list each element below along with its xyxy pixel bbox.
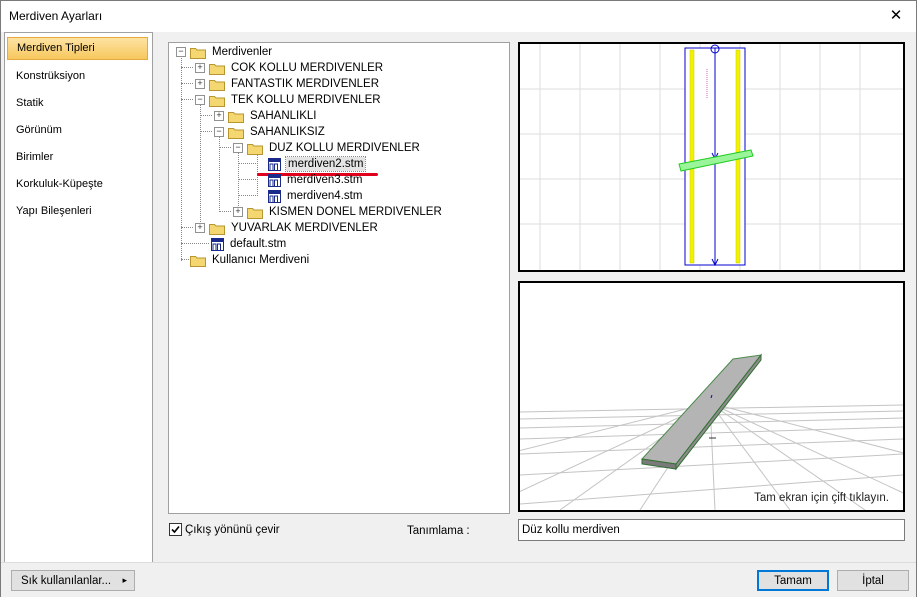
folder-icon (247, 208, 263, 219)
button-bar: Sık kullanılanlar... ▸ Tamam İptal (1, 562, 916, 597)
sidebar-item-merdiven-tipleri[interactable]: Merdiven Tipleri (7, 37, 148, 60)
expand-toggle[interactable]: + (195, 63, 205, 73)
stair-file-icon (268, 174, 281, 187)
close-icon: ✕ (889, 7, 903, 24)
frequent-settings-button[interactable]: Sık kullanılanlar... ▸ (11, 570, 135, 591)
expand-toggle[interactable]: − (233, 143, 243, 153)
reverse-exit-checkbox[interactable] (169, 523, 182, 536)
tree-item-fantastik[interactable]: FANTASTIK MERDIVENLER (231, 77, 379, 91)
tree-item-default[interactable]: default.stm (230, 237, 286, 251)
tree-item-merdiven2[interactable]: merdiven2.stm (284, 156, 367, 172)
tree-item-sahanlikli[interactable]: SAHANLIKLI (250, 109, 316, 123)
title-bar: Merdiven Ayarları ✕ (1, 1, 916, 32)
plan-drawing (520, 44, 903, 270)
tree-item-kismen-donel[interactable]: KISMEN DONEL MERDIVENLER (269, 205, 442, 219)
tree-item-yuvarlak[interactable]: YUVARLAK MERDIVENLER (231, 221, 378, 235)
expand-toggle[interactable]: + (233, 207, 243, 217)
checkmark-icon (171, 525, 180, 534)
sidebar-item-label: Konstrüksiyon (16, 70, 86, 82)
tree-item-merdivenler[interactable]: Merdivenler (212, 45, 272, 59)
ok-button-label: Tamam (774, 575, 812, 587)
tree-item-kullanici-merdiveni[interactable]: Kullanıcı Merdiveni (212, 253, 309, 267)
folder-icon (190, 256, 206, 267)
3d-preview[interactable]: Tam ekran için çift tıklayın. (518, 281, 905, 512)
tree-item-merdiven4[interactable]: merdiven4.stm (287, 189, 362, 203)
cancel-button-label: İptal (862, 575, 884, 587)
dialog-window: Merdiven Ayarları ✕ Merdiven Tipleri Kon… (0, 0, 917, 597)
stair-file-icon (268, 190, 281, 203)
description-input[interactable] (518, 519, 905, 541)
expand-toggle[interactable]: + (195, 223, 205, 233)
stair-type-tree[interactable]: − Merdivenler + COK KOLLU MERDIVENLER + … (168, 42, 510, 514)
fullscreen-hint: Tam ekran için çift tıklayın. (754, 492, 889, 504)
settings-sidebar: Merdiven Tipleri Konstrüksiyon Statik Gö… (4, 32, 153, 563)
sidebar-item-label: Yapı Bileşenleri (16, 205, 92, 217)
folder-icon (228, 128, 244, 139)
folder-icon (209, 64, 225, 75)
stair-file-icon (211, 238, 224, 251)
3d-drawing (520, 353, 903, 510)
folder-icon (209, 224, 225, 235)
sidebar-item-label: Korkuluk-Küpeşte (16, 178, 103, 190)
sidebar-item-label: Statik (16, 97, 44, 109)
sidebar-item-label: Birimler (16, 151, 54, 163)
folder-icon (228, 112, 244, 123)
sidebar-item-yapi-bilesenleri[interactable]: Yapı Bileşenleri (7, 200, 148, 223)
description-label: Tanımlama : (407, 525, 470, 537)
plan-preview[interactable] (518, 42, 905, 272)
tree-item-duz-kollu[interactable]: DUZ KOLLU MERDIVENLER (269, 141, 420, 155)
folder-icon (209, 80, 225, 91)
sidebar-item-gorunum[interactable]: Görünüm (7, 119, 148, 142)
sidebar-item-konstruksiyon[interactable]: Konstrüksiyon (7, 65, 148, 88)
expand-toggle[interactable]: + (195, 79, 205, 89)
stair-file-icon (268, 158, 281, 171)
tree-item-tek-kollu[interactable]: TEK KOLLU MERDIVENLER (231, 93, 381, 107)
expand-toggle[interactable]: − (214, 127, 224, 137)
close-button[interactable]: ✕ (884, 5, 908, 27)
sidebar-item-label: Merdiven Tipleri (17, 42, 95, 54)
folder-icon (247, 144, 263, 155)
chevron-right-icon: ▸ (122, 575, 127, 585)
window-title: Merdiven Ayarları (9, 9, 103, 23)
cancel-button[interactable]: İptal (837, 570, 909, 591)
folder-icon (190, 48, 206, 59)
reverse-exit-label: Çıkış yönünü çevir (185, 524, 280, 536)
expand-toggle[interactable]: + (214, 111, 224, 121)
sidebar-item-birimler[interactable]: Birimler (7, 146, 148, 169)
tree-item-sahanliksiz[interactable]: SAHANLIKSIZ (250, 125, 325, 139)
sidebar-item-statik[interactable]: Statik (7, 92, 148, 115)
sidebar-item-label: Görünüm (16, 124, 62, 136)
sidebar-item-korkuluk-kupeste[interactable]: Korkuluk-Küpeşte (7, 173, 148, 196)
expand-toggle[interactable]: − (195, 95, 205, 105)
ok-button[interactable]: Tamam (757, 570, 829, 591)
folder-icon (209, 96, 225, 107)
tree-item-cok-kollu[interactable]: COK KOLLU MERDIVENLER (231, 61, 383, 75)
tree-item-merdiven3[interactable]: merdiven3.stm (287, 173, 362, 187)
frequent-button-label: Sık kullanılanlar... (21, 575, 112, 587)
expand-toggle[interactable]: − (176, 47, 186, 57)
